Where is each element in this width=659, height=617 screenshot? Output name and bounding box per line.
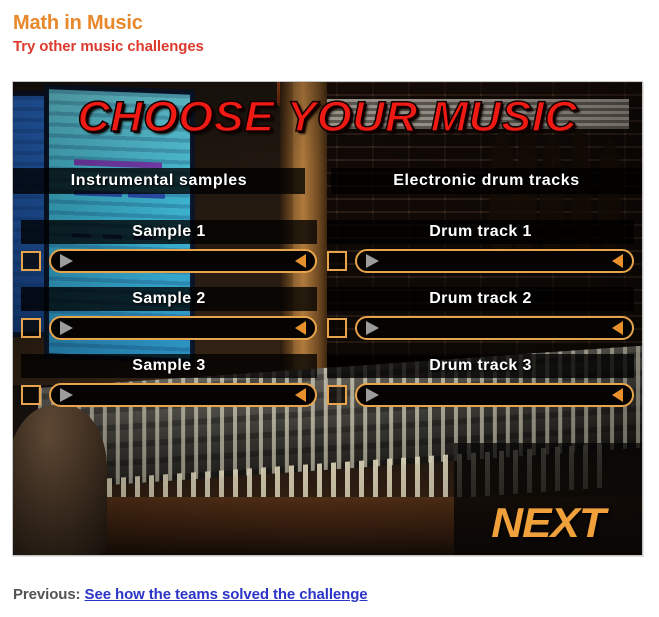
track-cell-sample-1: Sample 1 <box>21 220 317 286</box>
track-label: Sample 1 <box>21 220 317 244</box>
volume-speaker-icon[interactable] <box>612 388 623 402</box>
track-row: Sample 1 Drum track 1 <box>13 220 642 286</box>
track-cell-sample-3: Sample 3 <box>21 354 317 420</box>
track-label: Drum track 1 <box>327 220 634 244</box>
volume-speaker-icon[interactable] <box>612 254 623 268</box>
column-header-instrumental-samples: Instrumental samples <box>13 168 305 194</box>
volume-speaker-icon[interactable] <box>295 254 306 268</box>
track-row: Sample 2 Drum track 2 <box>13 287 642 353</box>
select-checkbox-sample-2[interactable] <box>21 318 41 338</box>
player-line <box>21 248 317 274</box>
track-cell-drum-track-1: Drum track 1 <box>327 220 634 286</box>
track-cell-drum-track-2: Drum track 2 <box>327 287 634 353</box>
select-checkbox-drum-track-3[interactable] <box>327 385 347 405</box>
next-button[interactable]: NEXT <box>454 443 642 555</box>
music-chooser-frame: CHOOSE YOUR MUSIC Instrumental samples E… <box>12 81 643 556</box>
play-triangle-icon[interactable] <box>60 321 73 335</box>
track-label: Sample 3 <box>21 354 317 378</box>
choose-your-music-title: CHOOSE YOUR MUSIC <box>77 92 578 142</box>
audio-player-drum-track-1[interactable] <box>355 249 634 273</box>
player-line <box>327 248 634 274</box>
player-line <box>327 382 634 408</box>
select-checkbox-sample-3[interactable] <box>21 385 41 405</box>
audio-player-sample-1[interactable] <box>49 249 317 273</box>
previous-link[interactable]: See how the teams solved the challenge <box>85 586 368 603</box>
player-line <box>21 315 317 341</box>
music-chooser-stage: CHOOSE YOUR MUSIC Instrumental samples E… <box>13 82 642 555</box>
track-label: Sample 2 <box>21 287 317 311</box>
select-checkbox-drum-track-1[interactable] <box>327 251 347 271</box>
page-header: Math in Music Try other music challenges <box>0 0 659 56</box>
audio-player-sample-3[interactable] <box>49 383 317 407</box>
volume-speaker-icon[interactable] <box>295 321 306 335</box>
play-triangle-icon[interactable] <box>366 254 379 268</box>
column-headers: Instrumental samples Electronic drum tra… <box>13 168 642 194</box>
track-cell-drum-track-3: Drum track 3 <box>327 354 634 420</box>
player-line <box>327 315 634 341</box>
play-triangle-icon[interactable] <box>366 321 379 335</box>
player-line <box>21 382 317 408</box>
audio-player-drum-track-2[interactable] <box>355 316 634 340</box>
select-checkbox-drum-track-2[interactable] <box>327 318 347 338</box>
select-checkbox-sample-1[interactable] <box>21 251 41 271</box>
chooser-overlay: CHOOSE YOUR MUSIC Instrumental samples E… <box>13 82 642 555</box>
next-button-label: NEXT <box>491 499 605 546</box>
track-cell-sample-2: Sample 2 <box>21 287 317 353</box>
play-triangle-icon[interactable] <box>366 388 379 402</box>
track-row: Sample 3 Drum track 3 <box>13 354 642 420</box>
audio-player-sample-2[interactable] <box>49 316 317 340</box>
play-triangle-icon[interactable] <box>60 388 73 402</box>
play-triangle-icon[interactable] <box>60 254 73 268</box>
page-title: Math in Music <box>13 12 143 34</box>
track-label: Drum track 3 <box>327 354 634 378</box>
column-header-electronic-drum-tracks: Electronic drum tracks <box>331 168 642 194</box>
previous-prefix: Previous: <box>13 586 81 603</box>
audio-player-drum-track-3[interactable] <box>355 383 634 407</box>
volume-speaker-icon[interactable] <box>612 321 623 335</box>
volume-speaker-icon[interactable] <box>295 388 306 402</box>
previous-navigation: Previous: See how the teams solved the c… <box>13 586 368 603</box>
page-subtitle: Try other music challenges <box>13 38 204 55</box>
track-label: Drum track 2 <box>327 287 634 311</box>
